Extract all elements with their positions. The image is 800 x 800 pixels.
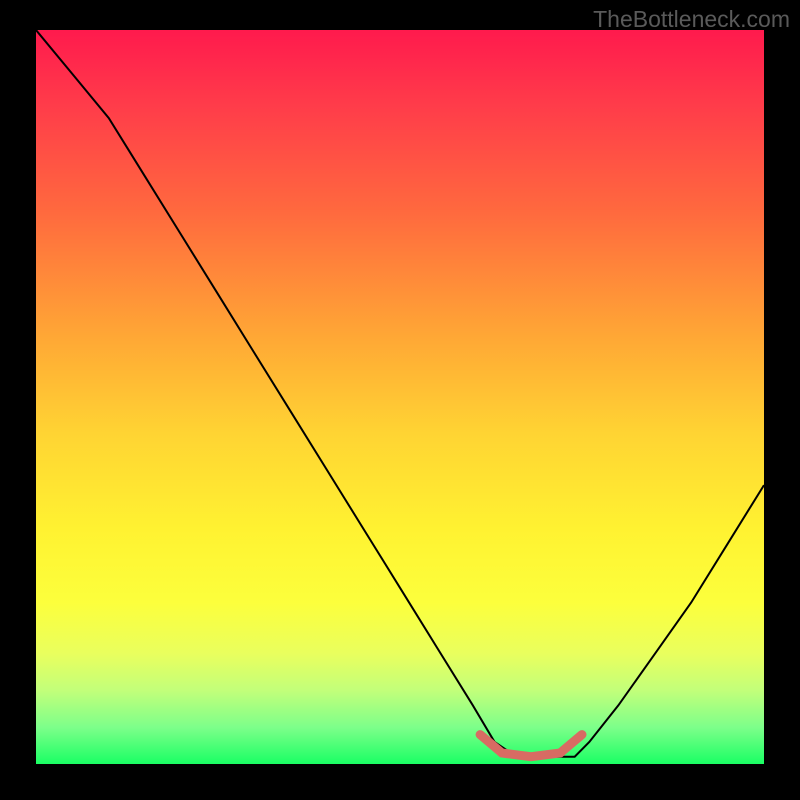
chart-svg	[36, 30, 764, 764]
plot-gradient-background	[36, 30, 764, 764]
main-curve-path	[36, 30, 764, 757]
highlight-segment-path	[480, 735, 582, 757]
watermark-text: TheBottleneck.com	[593, 6, 790, 33]
